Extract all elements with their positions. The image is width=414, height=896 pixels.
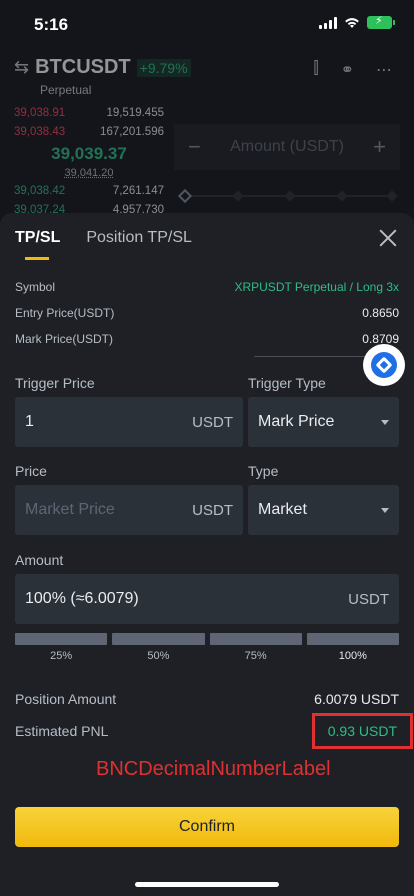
plus-button[interactable]: + xyxy=(373,134,386,160)
trigger-price-label: Trigger Price xyxy=(15,375,95,391)
minus-button[interactable]: − xyxy=(188,134,201,160)
annotation-label: BNCDecimalNumberLabel xyxy=(96,758,331,780)
slider-step[interactable] xyxy=(386,190,398,202)
last-price: 39,039.37 xyxy=(51,144,127,163)
amount-input[interactable]: 100% (≈6.0079) USDT xyxy=(15,574,399,624)
info-mark-price: Mark Price(USDT) 0.8709 xyxy=(15,332,399,346)
tabs: TP/SL Position TP/SL xyxy=(15,229,192,260)
home-indicator[interactable] xyxy=(135,882,279,887)
position-amount-row: Position Amount 6.0079 USDT xyxy=(15,691,399,707)
index-price: 39,041.20 xyxy=(64,167,114,179)
amount-placeholder: Amount (USDT) xyxy=(230,138,344,155)
bid-row[interactable]: 39,038.42 7,261.147 xyxy=(14,182,164,201)
chevron-down-icon xyxy=(381,507,389,513)
info-symbol: Symbol XRPUSDT Perpetual / Long 3x xyxy=(15,280,399,294)
ask-row[interactable]: 39,038.43 167,201.596 xyxy=(14,123,164,142)
tab-position-tpsl[interactable]: Position TP/SL xyxy=(86,229,192,260)
price-label: Price xyxy=(15,463,47,479)
contract-type: Perpetual xyxy=(40,83,92,97)
candlestick-chart-icon[interactable]: ⫿ xyxy=(313,60,318,80)
percent-bar-100[interactable] xyxy=(306,633,399,645)
status-icons: ⚡ xyxy=(319,15,395,29)
percent-bar-75[interactable] xyxy=(209,633,302,645)
amount-input-background[interactable]: − Amount (USDT) + xyxy=(174,124,400,170)
tpsl-sheet: TP/SL Position TP/SL Symbol XRPUSDT Perp… xyxy=(0,213,414,896)
cellular-signal-icon xyxy=(319,16,337,29)
percent-option[interactable]: 75% xyxy=(210,650,302,662)
type-select[interactable]: Market xyxy=(248,485,399,535)
slider-step[interactable] xyxy=(336,190,348,202)
type-label: Type xyxy=(248,463,279,479)
ask-row[interactable]: 39,038.91 19,519.455 xyxy=(14,104,164,123)
pair-header[interactable]: ⇆ BTCUSDT +9.79% xyxy=(14,56,191,79)
percent-labels: 25% 50% 75% 100% xyxy=(15,650,399,662)
percent-bar-25[interactable] xyxy=(15,633,108,645)
price-input[interactable]: Market Price USDT xyxy=(15,485,243,535)
percent-option[interactable]: 100% xyxy=(307,650,399,662)
wifi-icon xyxy=(345,17,359,28)
battery-charging-icon: ⚡ xyxy=(367,15,395,29)
swap-arrows-icon[interactable]: ⇆ xyxy=(14,57,29,78)
status-time: 5:16 xyxy=(34,15,69,34)
slider-step[interactable] xyxy=(177,188,193,204)
status-bar: 5:16 ⚡ xyxy=(0,0,414,50)
amount-label: Amount xyxy=(15,552,64,568)
percent-selector[interactable] xyxy=(15,633,399,645)
percent-option[interactable]: 25% xyxy=(15,650,107,662)
trading-page-background: ⇆ BTCUSDT +9.79% Perpetual ⫿ ⚭ ⋯ 39,038.… xyxy=(0,50,414,220)
trigger-price-input[interactable]: 1 USDT xyxy=(15,397,243,447)
entry-price-value: 0.8650 xyxy=(362,306,399,320)
estimated-pnl-row: Estimated PNL 0.93 USDT xyxy=(15,713,413,749)
top-icons: ⫿ ⚭ ⋯ xyxy=(313,60,392,80)
info-entry-price: Entry Price(USDT) 0.8650 xyxy=(15,306,399,320)
slider-step[interactable] xyxy=(284,190,296,202)
tab-tpsl[interactable]: TP/SL xyxy=(15,229,60,260)
estimated-pnl-value: 0.93 USDT xyxy=(311,713,413,749)
settings-badge-icon[interactable] xyxy=(363,344,405,386)
order-book: 39,038.91 19,519.455 39,038.43 167,201.596… xyxy=(14,104,164,220)
trigger-type-label: Trigger Type xyxy=(248,375,326,391)
pair-name[interactable]: BTCUSDT xyxy=(35,56,131,79)
pair-change: +9.79% xyxy=(136,58,191,77)
slider-step[interactable] xyxy=(232,190,244,202)
confirm-button[interactable]: Confirm xyxy=(15,807,399,847)
calculator-icon[interactable]: ⚭ xyxy=(341,60,354,80)
chevron-down-icon xyxy=(381,419,389,425)
amount-slider[interactable] xyxy=(177,188,400,204)
close-icon[interactable] xyxy=(378,228,398,248)
percent-option[interactable]: 50% xyxy=(112,650,204,662)
symbol-value: XRPUSDT Perpetual / Long 3x xyxy=(234,280,399,294)
position-amount-value: 6.0079 USDT xyxy=(314,691,399,707)
more-icon[interactable]: ⋯ xyxy=(376,60,392,80)
percent-bar-50[interactable] xyxy=(112,633,205,645)
trigger-type-select[interactable]: Mark Price xyxy=(248,397,399,447)
